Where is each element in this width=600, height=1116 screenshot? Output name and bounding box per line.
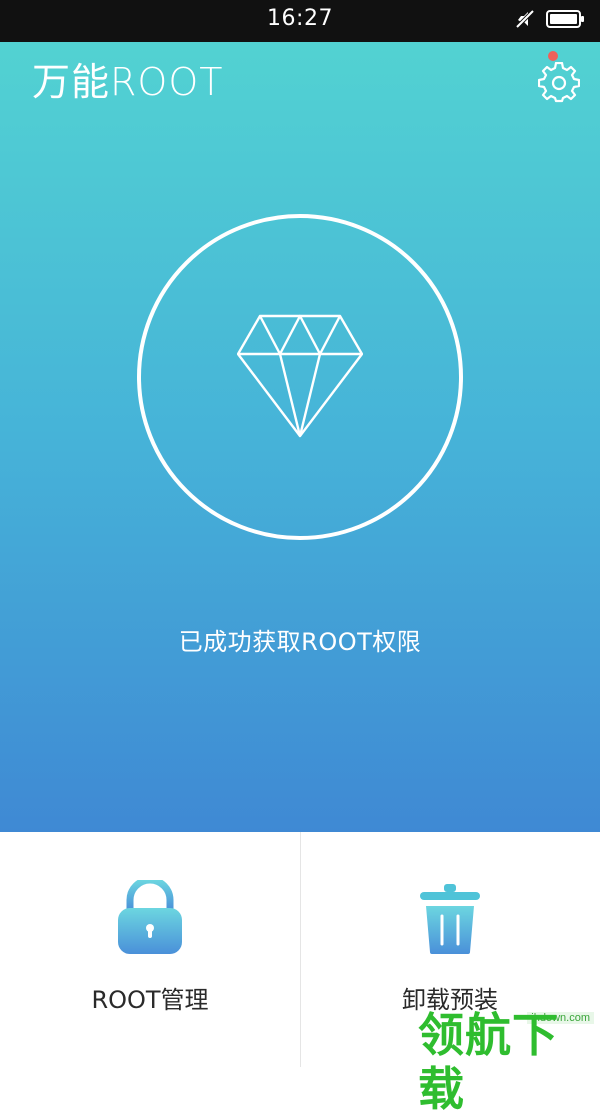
status-time: 16:27 bbox=[267, 6, 333, 31]
trash-icon bbox=[414, 880, 486, 956]
gear-icon bbox=[537, 61, 581, 108]
lock-icon bbox=[114, 876, 186, 956]
mute-icon bbox=[514, 8, 536, 34]
diamond-icon bbox=[236, 312, 364, 442]
battery-icon bbox=[546, 8, 586, 34]
root-manage-button[interactable]: ROOT管理 bbox=[0, 832, 300, 1067]
watermark-text: 领航下载 bbox=[418, 1008, 559, 1116]
root-manage-label: ROOT管理 bbox=[91, 986, 209, 1014]
app-title: 万能ROOT bbox=[32, 60, 224, 104]
notification-dot bbox=[548, 51, 558, 61]
watermark: ihdown.com 领航下载 bbox=[418, 1002, 600, 1116]
settings-button[interactable] bbox=[537, 61, 581, 104]
status-icons bbox=[514, 8, 586, 34]
status-bar: 16:27 bbox=[0, 0, 600, 42]
hero-panel: 万能ROOT 已成功获取ROOT权限 bbox=[0, 42, 600, 832]
root-status-message: 已成功获取ROOT权限 bbox=[178, 628, 422, 656]
